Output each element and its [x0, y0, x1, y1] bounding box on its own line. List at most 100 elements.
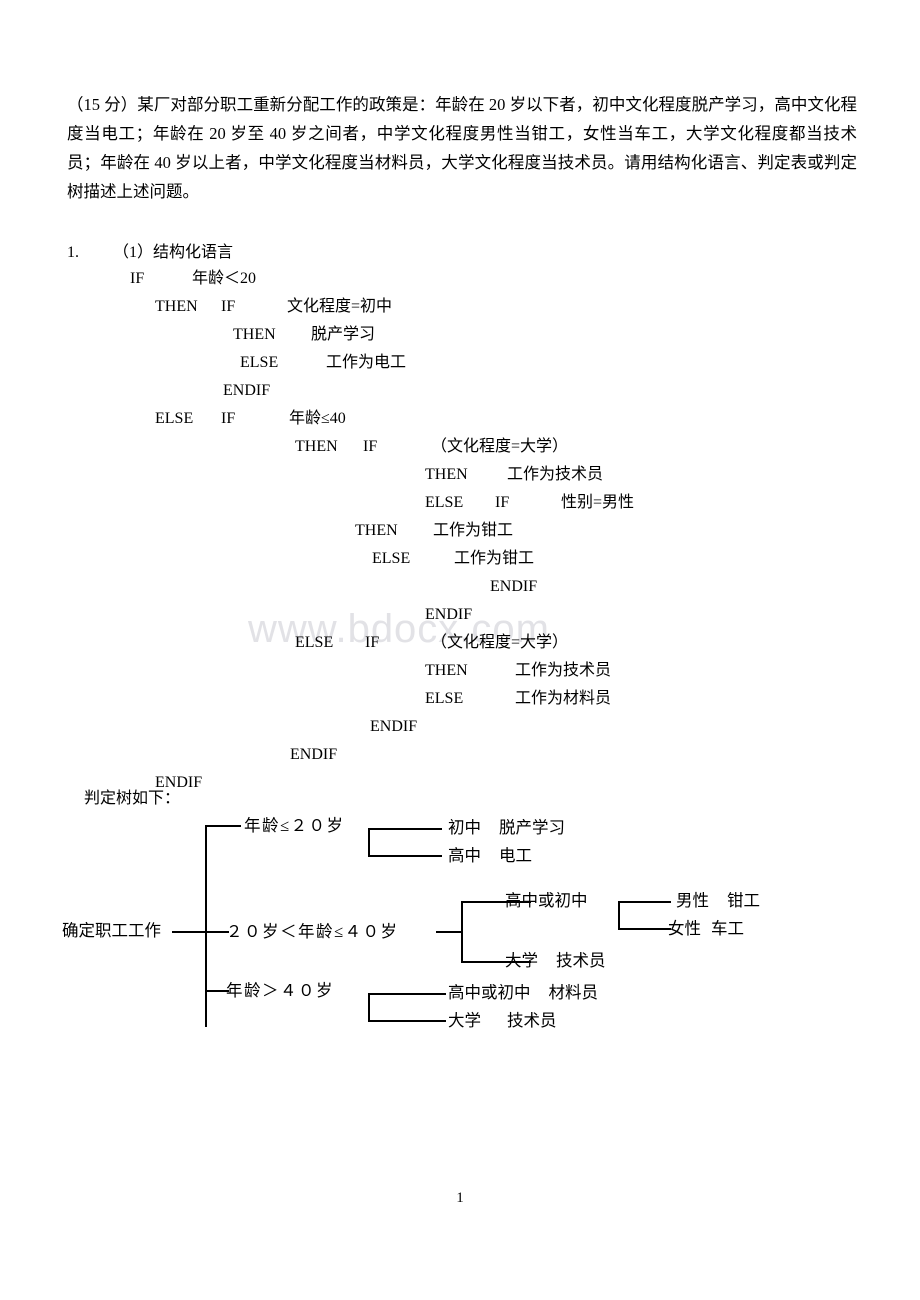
code-token: 工作为技术员	[515, 662, 612, 679]
code-token: 工作为材料员	[515, 690, 612, 707]
code-line: THEN IF 文化程度=初中	[0, 293, 920, 321]
code-line: IF 年龄＜20	[0, 265, 920, 293]
tree-branch3-bracket-vline	[368, 993, 370, 1022]
code-line: ELSE 工作为钳工	[0, 545, 920, 573]
tree-gender-2: 女性	[668, 919, 701, 938]
tree-root-label: 确定职工工作	[62, 921, 161, 940]
page-number: 1	[456, 1190, 464, 1206]
tree-gender-job-2: 车工	[711, 919, 744, 938]
code-token: 文化程度=初中	[287, 298, 393, 315]
tree-branch3-bracket-bottom	[368, 1020, 446, 1022]
tree-branch1-job-1: 脱产学习	[499, 818, 565, 837]
code-line: ELSE IF （文化程度=大学）	[0, 629, 920, 657]
section-number: 1.	[67, 244, 79, 261]
code-token: 工作为电工	[326, 354, 407, 371]
code-token: 性别=男性	[561, 494, 635, 511]
code-line: ELSE 工作为材料员	[0, 685, 920, 713]
section-title: （1）结构化语言	[113, 244, 234, 261]
tree-branch1-edu-2: 高中	[448, 846, 481, 865]
code-line: ENDIF	[0, 713, 920, 741]
code-token: ELSE	[240, 354, 279, 371]
code-token: （文化程度=大学）	[431, 634, 569, 651]
code-line: ENDIF	[0, 601, 920, 629]
tree-gender-1: 男性	[676, 891, 709, 910]
tree-gender-job-1: 钳工	[727, 891, 760, 910]
tree-trunk-line	[205, 825, 207, 1027]
tree-branch2-outcome-uni: 大学 技术员	[505, 950, 606, 972]
structured-language-block: IF 年龄＜20 THEN IF 文化程度=初中 THEN 脱产学习 ELSE 工作为电工 END…	[0, 265, 920, 797]
code-token: 工作为钳工	[433, 522, 514, 539]
code-token: 年龄≤40	[289, 410, 346, 427]
tree-gender-bracket-bottom	[618, 928, 671, 930]
tree-branch2-bracket-vline	[461, 901, 463, 963]
code-token: ELSE	[155, 410, 194, 427]
document-page: www.bdocx.com （15 分）某厂对部分职工重新分配工作的政策是：年龄…	[0, 0, 920, 1300]
tree-branch2-education-mid: 高中或初中	[505, 891, 588, 910]
code-line: ENDIF	[0, 573, 920, 601]
tree-branch1-outcome-2: 高中 电工	[448, 845, 532, 867]
code-token: ELSE	[425, 494, 464, 511]
tree-branch1-bracket-vline	[368, 828, 370, 857]
section-heading: 1. （1）结构化语言	[67, 241, 233, 265]
code-token: ENDIF	[223, 382, 271, 399]
code-line: ELSE IF 性别=男性	[0, 489, 920, 517]
code-token: THEN	[355, 522, 398, 539]
code-token: IF	[130, 270, 145, 287]
tree-branch3-bracket-top	[368, 993, 446, 995]
tree-branch1-condition: 年龄≤２０岁	[244, 816, 345, 835]
code-line: THEN 工作为技术员	[0, 461, 920, 489]
code-line: ENDIF	[0, 741, 920, 769]
tree-branch3-outcome-2: 大学 技术员	[448, 1010, 557, 1032]
tree-branch2-connector	[436, 931, 462, 933]
code-line: ELSE 工作为电工	[0, 349, 920, 377]
tree-branch2-condition: ２０岁＜年龄≤４０岁	[226, 922, 399, 941]
tree-gender-outcome-2: 女性 车工	[668, 918, 744, 940]
tree-branch2-edu-uni: 大学	[505, 951, 538, 970]
tree-branch1-line	[205, 825, 241, 827]
code-token: ELSE	[372, 550, 411, 567]
tree-branch3-edu-1: 高中或初中	[448, 983, 531, 1002]
decision-tree: 确定职工工作 年龄≤２０岁 初中 脱产学习 高中 电工 ２０岁＜年龄≤４０岁 高中或…	[0, 800, 920, 1060]
tree-gender-bracket-vline	[618, 901, 620, 930]
code-token: ENDIF	[290, 746, 338, 763]
code-line: ENDIF	[0, 377, 920, 405]
code-line: THEN 工作为技术员	[0, 657, 920, 685]
tree-gender-bracket-top	[618, 901, 671, 903]
tree-branch1-bracket-bottom	[368, 855, 442, 857]
code-token: THEN	[425, 662, 468, 679]
code-token: 年龄＜20	[192, 270, 257, 287]
tree-branch1-bracket-top	[368, 828, 442, 830]
code-line: THEN IF （文化程度=大学）	[0, 433, 920, 461]
tree-gender-outcome-1: 男性 钳工	[676, 890, 760, 912]
code-token: 脱产学习	[311, 326, 376, 343]
code-token: ENDIF	[490, 578, 538, 595]
code-token: ELSE	[425, 690, 464, 707]
code-token: ELSE	[295, 634, 334, 651]
tree-branch3-outcome-1: 高中或初中 材料员	[448, 982, 598, 1004]
code-token: THEN	[425, 466, 468, 483]
tree-branch1-edu-1: 初中	[448, 818, 481, 837]
code-token: IF	[495, 494, 510, 511]
code-line: THEN 脱产学习	[0, 321, 920, 349]
code-token: THEN	[233, 326, 276, 343]
code-token: THEN	[295, 438, 338, 455]
tree-branch2-job-uni: 技术员	[556, 951, 606, 970]
code-line: ELSE IF 年龄≤40	[0, 405, 920, 433]
code-token: 工作为技术员	[507, 466, 604, 483]
tree-root-connector	[172, 931, 208, 933]
code-token: IF	[221, 410, 236, 427]
code-token: IF	[365, 634, 380, 651]
tree-branch3-edu-2: 大学	[448, 1011, 481, 1030]
code-token: ENDIF	[425, 606, 473, 623]
code-token: 工作为钳工	[454, 550, 535, 567]
tree-branch3-job-1: 材料员	[548, 983, 599, 1002]
code-token: IF	[363, 438, 378, 455]
code-token: IF	[221, 298, 236, 315]
code-line: THEN 工作为钳工	[0, 517, 920, 545]
code-token: ENDIF	[370, 718, 418, 735]
tree-branch1-outcome-1: 初中 脱产学习	[448, 817, 565, 839]
intro-paragraph: （15 分）某厂对部分职工重新分配工作的政策是：年龄在 20 岁以下者，初中文化…	[67, 95, 857, 201]
code-token: THEN	[155, 298, 198, 315]
code-token: （文化程度=大学）	[431, 438, 569, 455]
tree-branch3-condition: 年龄＞４０岁	[226, 981, 334, 1000]
